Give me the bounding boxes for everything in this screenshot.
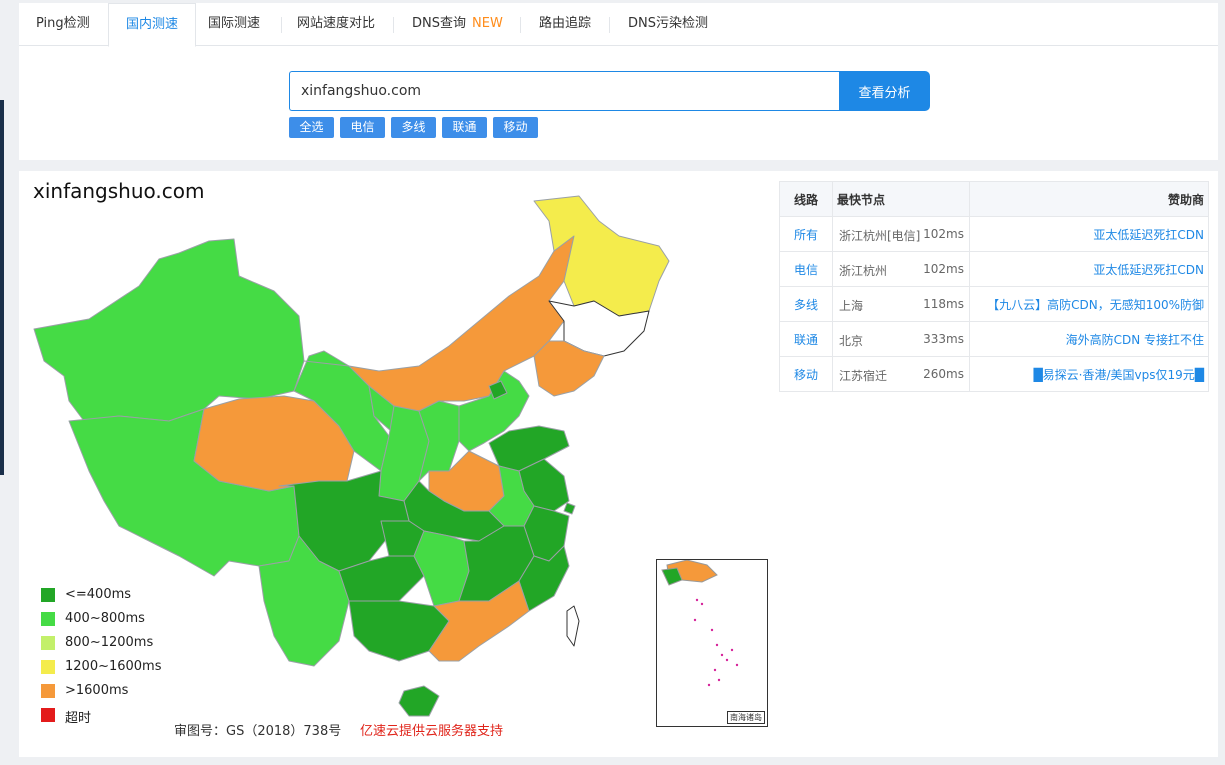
inset-caption: 南海诸岛 [727,711,765,724]
legend-swatch [41,684,55,698]
sponsor-ad-link[interactable]: 亚太低延迟死扛CDN [969,216,1209,252]
legend-swatch [41,660,55,674]
tab-label: 路由追踪 [539,16,592,31]
col-header-sponsor: 赞助商 [969,181,1209,217]
node-cell: 浙江杭州 102ms [832,251,970,287]
region-hainan [398,685,440,717]
line-link[interactable]: 电信 [779,251,833,287]
node-cell: 江苏宿迁 260ms [832,356,970,392]
chip-multiline[interactable]: 多线 [391,117,436,138]
table-row: 联通 北京 333ms 海外高防CDN 专接扛不住 [779,321,1209,357]
line-link[interactable]: 移动 [779,356,833,392]
legend-label: <=400ms [65,587,132,602]
node-latency: 333ms [923,332,964,346]
analyze-button[interactable]: 查看分析 [839,71,930,111]
sponsor-ad-link[interactable]: █易探云·香港/美国vps仅19元█ [969,356,1209,392]
table-header-row: 线路 最快节点 赞助商 [779,181,1209,217]
tab-divider [520,17,521,33]
tab-site-compare[interactable]: 网站速度对比 [280,3,392,46]
chip-telecom[interactable]: 电信 [340,117,385,138]
node-cell: 上海 118ms [832,286,970,322]
tab-divider [393,17,394,33]
chip-unicom[interactable]: 联通 [442,117,487,138]
query-panel: Ping检测 国内测速 国际测速 网站速度对比 DNS查询 NEW 路由追踪 DN… [19,3,1218,160]
tab-label: Ping检测 [36,16,90,31]
chip-select-all[interactable]: 全选 [289,117,334,138]
legend-swatch [41,612,55,626]
tab-dns-query[interactable]: DNS查询 NEW [395,3,520,46]
chip-mobile[interactable]: 移动 [493,117,538,138]
node-name: 浙江杭州[电信] [839,229,921,243]
col-header-fastest-node: 最快节点 [832,181,970,217]
tab-divider [609,17,610,33]
node-cell: 北京 333ms [832,321,970,357]
region-shanghai [563,502,576,515]
node-name: 北京 [839,334,864,348]
tab-domestic-speed[interactable]: 国内测速 [108,3,197,47]
tab-label: 网站速度对比 [297,16,376,31]
sponsor-ad-link[interactable]: 海外高防CDN 专接扛不住 [969,321,1209,357]
new-badge: NEW [472,16,503,31]
region-xinjiang [33,238,305,422]
domain-input[interactable] [289,71,839,111]
legend-label: 800~1200ms [65,635,154,650]
node-latency: 118ms [923,297,964,311]
tab-label: 国际测速 [208,16,261,31]
legend-label: 超时 [65,711,92,726]
tool-tabs: Ping检测 国内测速 国际测速 网站速度对比 DNS查询 NEW 路由追踪 DN… [19,3,1218,47]
result-panel: xinfangshuo.com 南海诸岛 <=400ms 400~800ms 8… [19,171,1218,757]
tab-international-speed[interactable]: 国际测速 [191,3,277,46]
legend-label: 400~800ms [65,611,145,626]
node-name: 江苏宿迁 [839,369,888,383]
table-row: 电信 浙江杭州 102ms 亚太低延迟死扛CDN [779,251,1209,287]
region-taiwan [566,605,580,647]
line-link[interactable]: 所有 [779,216,833,252]
node-name: 浙江杭州 [839,264,888,278]
tab-ping[interactable]: Ping检测 [19,3,107,46]
legend-label: >1600ms [65,683,129,698]
col-header-line: 线路 [779,181,833,217]
table-row: 多线 上海 118ms 【九八云】高防CDN，无感知100%防御 [779,286,1209,322]
legend-swatch [41,636,55,650]
map-approval-number: 审图号：GS（2018）738号 [174,724,342,739]
tab-dns-pollution[interactable]: DNS污染检测 [611,3,725,46]
inset-map [661,560,739,687]
legend-label: 1200~1600ms [65,659,162,674]
table-row: 移动 江苏宿迁 260ms █易探云·香港/美国vps仅19元█ [779,356,1209,392]
fastest-node-table: 线路 最快节点 赞助商 所有 浙江杭州[电信] 102ms 亚太低延迟死扛CDN … [779,181,1209,392]
node-cell: 浙江杭州[电信] 102ms [832,216,970,252]
line-link[interactable]: 联通 [779,321,833,357]
page-left-edge [0,100,4,475]
legend-swatch [41,588,55,602]
tab-traceroute[interactable]: 路由追踪 [522,3,608,46]
node-latency: 102ms [923,227,964,241]
table-row: 所有 浙江杭州[电信] 102ms 亚太低延迟死扛CDN [779,216,1209,252]
sponsor-ad-link[interactable]: 亚太低延迟死扛CDN [969,251,1209,287]
sponsor-link[interactable]: 亿速云提供云服务器支持 [360,720,503,739]
node-latency: 260ms [923,367,964,381]
line-link[interactable]: 多线 [779,286,833,322]
tab-label: 国内测速 [126,17,179,32]
tab-label: DNS查询 [412,16,466,31]
tab-label: DNS污染检测 [628,16,708,31]
sponsor-ad-link[interactable]: 【九八云】高防CDN，无感知100%防御 [969,286,1209,322]
node-name: 上海 [839,299,864,313]
south-china-sea-inset: 南海诸岛 [656,559,768,727]
legend-swatch [41,708,55,722]
node-latency: 102ms [923,262,964,276]
